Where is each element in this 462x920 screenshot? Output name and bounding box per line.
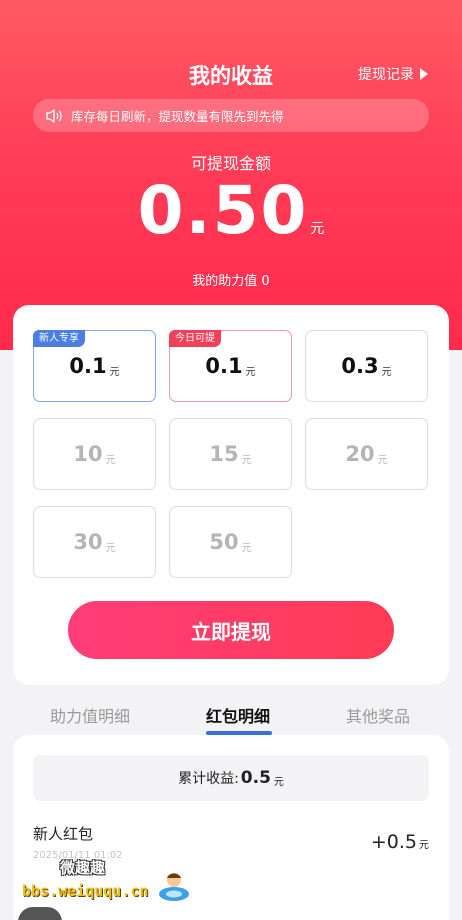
notice-bar: 库存每日刷新，提现数量有限先到先得: [33, 99, 429, 132]
option-unit: 元: [245, 366, 256, 378]
balance-value: 0.50: [137, 172, 309, 249]
option-unit: 元: [241, 542, 252, 554]
tab-assist-details[interactable]: 助力值明细: [50, 703, 130, 727]
tab-red-packet-details[interactable]: 红包明细: [206, 703, 270, 727]
option-value: 20: [345, 442, 375, 466]
amount-option-30[interactable]: 30 元: [33, 506, 156, 578]
withdraw-record-label: 提现记录: [358, 67, 414, 83]
option-unit: 元: [109, 366, 120, 378]
amount-option-10[interactable]: 10 元: [33, 418, 156, 490]
balance-unit: 元: [310, 221, 325, 237]
total-earnings: 累计收益: 0.5 元: [33, 755, 429, 801]
amount-option-20[interactable]: 20 元: [305, 418, 428, 490]
option-unit: 元: [381, 366, 392, 378]
today-tag: 今日可提: [169, 330, 221, 347]
withdraw-record-link[interactable]: 提现记录: [358, 64, 428, 84]
watermark-line1: 微趣趣: [60, 859, 106, 877]
balance-display: 0.50 元: [0, 172, 462, 249]
option-unit: 元: [241, 454, 252, 466]
total-earnings-label: 累计收益:: [178, 771, 239, 787]
amount-option-15[interactable]: 15 元: [169, 418, 292, 490]
record-amount-unit: 元: [419, 840, 429, 851]
tab-other-prizes[interactable]: 其他奖品: [346, 703, 410, 727]
play-arrow-icon: [420, 68, 428, 80]
speaker-icon: [46, 108, 62, 123]
option-unit: 元: [377, 454, 388, 466]
assist-value: 我的助力值 0: [192, 274, 270, 289]
amount-option-0-1-new[interactable]: 新人专享 0.1 元: [33, 330, 156, 402]
balance-label: 可提现金额: [190, 154, 271, 173]
record-title: 新人红包: [33, 825, 94, 843]
withdraw-now-button[interactable]: 立即提现: [68, 601, 394, 659]
option-value: 0.1: [205, 354, 243, 378]
detail-tabs: 助力值明细 红包明细 其他奖品: [0, 703, 462, 735]
watermark-line2: bbs.weiququ.cn: [22, 882, 149, 900]
option-value: 10: [73, 442, 103, 466]
total-earnings-value: 0.5: [240, 768, 271, 788]
total-earnings-unit: 元: [273, 776, 284, 788]
option-value: 0.3: [341, 354, 379, 378]
amount-option-0-3[interactable]: 0.3 元: [305, 330, 428, 402]
option-unit: 元: [105, 542, 116, 554]
option-value: 30: [73, 530, 103, 554]
option-value: 15: [209, 442, 239, 466]
amount-option-50[interactable]: 50 元: [169, 506, 292, 578]
watermark: 微趣趣 bbs.weiququ.cn: [0, 855, 200, 915]
amount-option-0-1-today[interactable]: 今日可提 0.1 元: [169, 330, 292, 402]
record-amount: +0.5 元: [371, 831, 429, 853]
notice-text: 库存每日刷新，提现数量有限先到先得: [71, 109, 284, 124]
record-amount-value: +0.5: [370, 831, 417, 853]
header-banner: 我的收益 提现记录 库存每日刷新，提现数量有限先到先得 可提现金额 0.50 元 …: [0, 0, 462, 350]
option-unit: 元: [105, 454, 116, 466]
option-value: 50: [209, 530, 239, 554]
option-value: 0.1: [69, 354, 107, 378]
withdraw-card: 新人专享 0.1 元 今日可提 0.1 元 0.3 元 10 元 15 元 20 元 30 元…: [13, 305, 449, 685]
new-user-tag: 新人专享: [33, 330, 85, 347]
swim-ring-icon: [159, 873, 189, 901]
